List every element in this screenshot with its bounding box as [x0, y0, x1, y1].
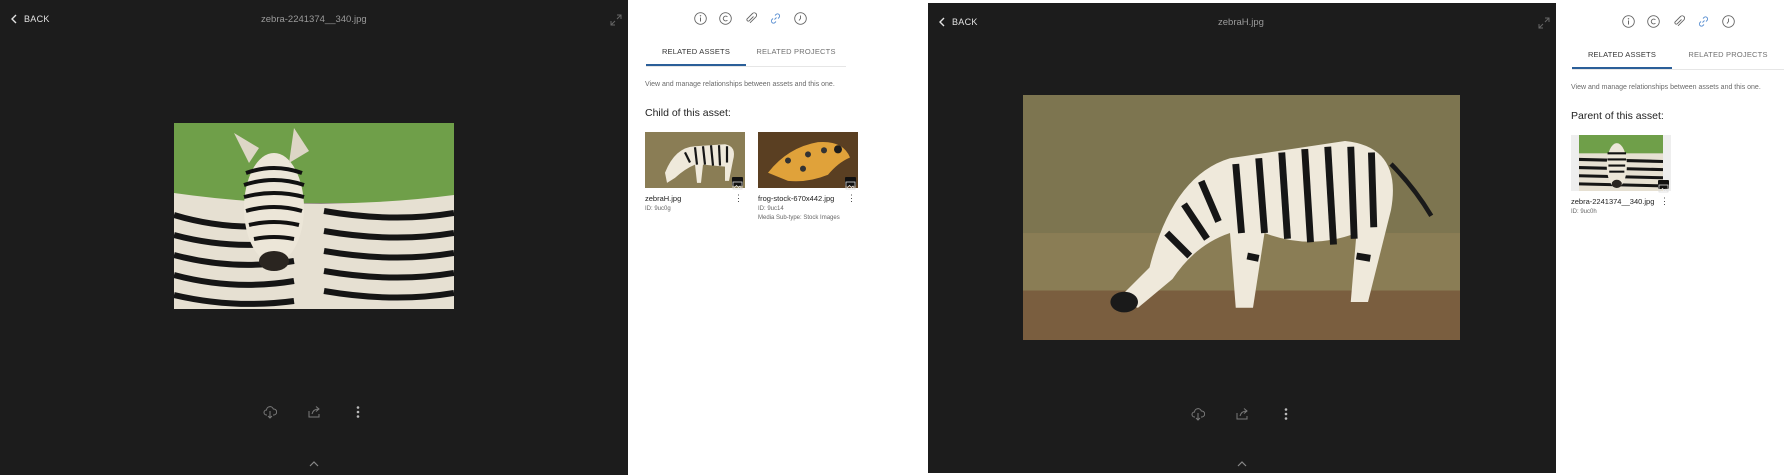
panel-icon-bar	[694, 12, 807, 25]
right-details-panel: RELATED ASSETS RELATED PROJECTS View and…	[1556, 0, 1789, 475]
panel-description: View and manage relationships between as…	[645, 81, 835, 88]
asset-filename: zebra-2241374__340.jpg	[261, 14, 367, 25]
panel-icon-bar	[1622, 15, 1735, 28]
more-vertical-icon[interactable]	[351, 405, 365, 419]
asset-name: frog-stock-670x442.jpg	[758, 194, 835, 203]
asset-id: ID: 9uc14	[758, 206, 784, 212]
panel-tabs: RELATED ASSETS RELATED PROJECTS	[1572, 50, 1784, 70]
expand-icon[interactable]	[610, 14, 622, 26]
left-viewer: BACK zebra-2241374__340.jpg	[0, 0, 628, 475]
back-label: BACK	[24, 14, 50, 24]
expand-icon[interactable]	[1538, 17, 1550, 29]
left-details-panel: RELATED ASSETS RELATED PROJECTS View and…	[628, 0, 928, 475]
asset-thumbnail[interactable]	[645, 132, 745, 188]
tab-related-projects[interactable]: RELATED PROJECTS	[746, 47, 846, 66]
history-icon[interactable]	[1722, 15, 1735, 28]
asset-name: zebraH.jpg	[645, 194, 682, 203]
asset-name: zebra-2241374__340.jpg	[1571, 197, 1655, 206]
thumbnail-image	[758, 132, 858, 188]
image-type-icon	[1658, 180, 1669, 189]
thumbnail-image	[1579, 135, 1663, 191]
chevron-left-icon	[938, 17, 946, 27]
cloud-download-icon[interactable]	[1191, 407, 1205, 421]
info-icon[interactable]	[694, 12, 707, 25]
tab-related-assets[interactable]: RELATED ASSETS	[1572, 50, 1672, 69]
tab-related-assets[interactable]: RELATED ASSETS	[646, 47, 746, 66]
card-more-icon[interactable]: ⋮	[1658, 197, 1671, 206]
section-title: Parent of this asset:	[1571, 110, 1664, 122]
share-icon[interactable]	[307, 405, 321, 419]
asset-id: ID: 9uc0g	[645, 206, 671, 212]
link-icon[interactable]	[1697, 15, 1710, 28]
back-button[interactable]: BACK	[10, 14, 50, 24]
copyright-icon[interactable]	[1647, 15, 1660, 28]
history-icon[interactable]	[794, 12, 807, 25]
image-type-icon	[845, 177, 856, 186]
asset-filename: zebraH.jpg	[1218, 17, 1264, 28]
asset-id: ID: 9uc0h	[1571, 209, 1597, 215]
asset-media-subtype: Media Sub-type: Stock Images	[758, 215, 840, 221]
link-icon[interactable]	[769, 12, 782, 25]
share-icon[interactable]	[1235, 407, 1249, 421]
asset-preview-image	[174, 123, 454, 309]
back-label: BACK	[952, 17, 978, 27]
chevron-left-icon	[10, 14, 18, 24]
related-asset-card[interactable]: frog-stock-670x442.jpg ⋮ ID: 9uc14 Media …	[758, 132, 858, 221]
card-more-icon[interactable]: ⋮	[845, 194, 858, 203]
copyright-icon[interactable]	[719, 12, 732, 25]
info-icon[interactable]	[1622, 15, 1635, 28]
image-type-icon	[732, 177, 743, 186]
back-button[interactable]: BACK	[938, 17, 978, 27]
section-title: Child of this asset:	[645, 107, 731, 119]
chevron-up-icon[interactable]	[308, 460, 320, 468]
attachment-icon[interactable]	[744, 12, 757, 25]
asset-thumbnail[interactable]	[1571, 135, 1671, 191]
thumbnail-image	[645, 132, 745, 188]
card-more-icon[interactable]: ⋮	[732, 194, 745, 203]
related-asset-card[interactable]: zebraH.jpg ⋮ ID: 9uc0g	[645, 132, 745, 212]
right-viewer: BACK zebraH.jpg	[928, 3, 1556, 473]
chevron-up-icon[interactable]	[1236, 460, 1248, 468]
attachment-icon[interactable]	[1672, 15, 1685, 28]
cloud-download-icon[interactable]	[263, 405, 277, 419]
tab-related-projects[interactable]: RELATED PROJECTS	[1672, 50, 1784, 69]
related-asset-card[interactable]: zebra-2241374__340.jpg ⋮ ID: 9uc0h	[1571, 135, 1671, 215]
panel-description: View and manage relationships between as…	[1571, 84, 1761, 91]
more-vertical-icon[interactable]	[1279, 407, 1293, 421]
asset-thumbnail[interactable]	[758, 132, 858, 188]
asset-preview-image	[1023, 95, 1460, 340]
panel-tabs: RELATED ASSETS RELATED PROJECTS	[646, 47, 846, 67]
